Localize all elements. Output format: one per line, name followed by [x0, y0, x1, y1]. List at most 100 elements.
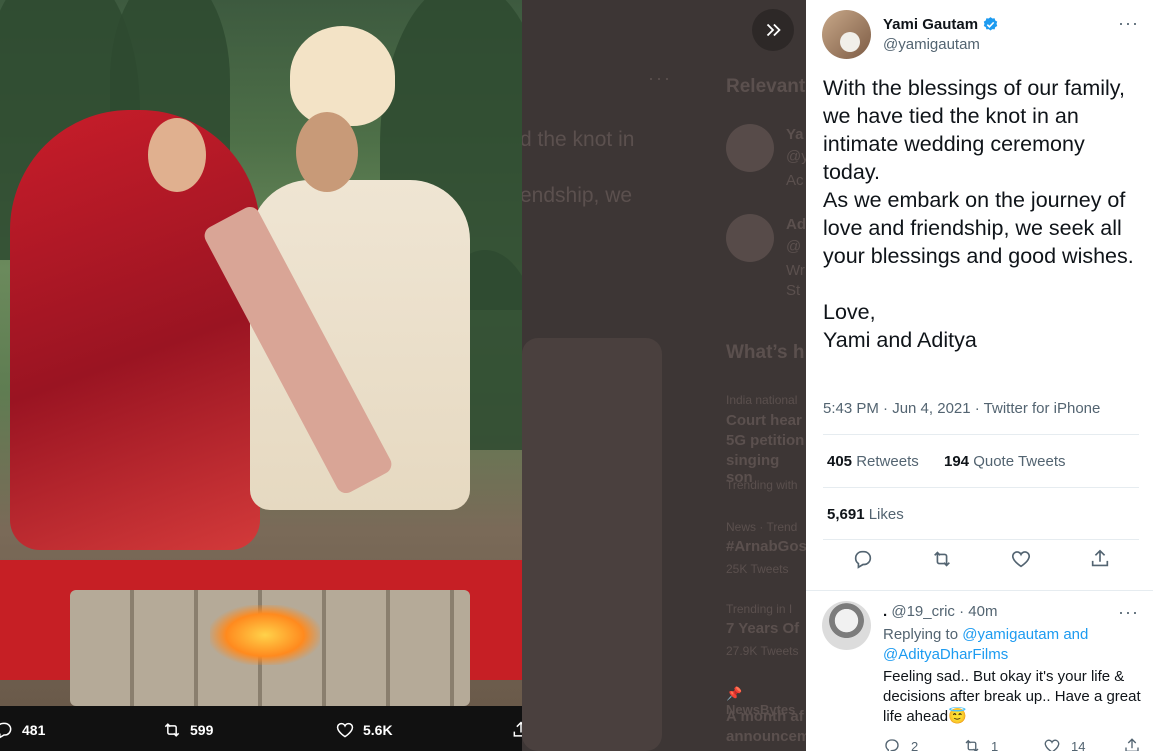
photo-groom-face [296, 112, 358, 192]
reply-author-handle[interactable]: @19_cric [891, 603, 955, 620]
reply-text: Feeling sad.. But okay it's your life & … [883, 668, 1141, 725]
author-name[interactable]: Yami Gautam [883, 16, 978, 33]
backdrop-section-title: Relevant [726, 76, 806, 97]
double-chevron-right-icon [766, 23, 781, 37]
photo-turban [290, 26, 395, 126]
verified-badge-icon [983, 17, 998, 31]
tweet-actions [823, 548, 1139, 570]
backdrop-text: Ac [786, 172, 804, 189]
likes-stat[interactable]: 5,691 Likes [827, 506, 904, 523]
media-reply-count: 481 [22, 722, 46, 738]
media-retweet-count: 599 [190, 722, 214, 738]
replying-and: and [1063, 626, 1089, 643]
avatar[interactable] [822, 601, 871, 650]
photo-bride [10, 110, 260, 550]
media-action-bar: 481 599 5.6K [0, 706, 529, 751]
likes-label: Likes [868, 506, 904, 523]
quote-tweets-stat[interactable]: 194 Quote Tweets [944, 453, 1065, 470]
photo-fire [210, 605, 320, 665]
reply-icon[interactable] [852, 548, 874, 570]
backdrop-text: d the knot in [522, 128, 635, 151]
heart-icon [1044, 739, 1060, 751]
backdrop-text: News · Trend [726, 520, 798, 534]
photo-bride-face [148, 118, 206, 192]
media-retweet-button[interactable]: 599 [162, 720, 213, 740]
tweet-detail-panel: Yami Gautam @yamigautam ··· With the ble… [806, 0, 1153, 751]
media-reply-button[interactable]: 481 [0, 720, 45, 740]
backdrop-text: Wr [786, 262, 805, 279]
backdrop-text: @ [786, 238, 802, 255]
reply-icon [885, 739, 899, 751]
heart-icon[interactable] [1010, 548, 1032, 570]
backdrop-text: 25K Tweets [726, 562, 789, 576]
media-like-button[interactable]: 5.6K [335, 720, 393, 740]
reply-like-button[interactable]: 14 [1043, 737, 1123, 751]
share-icon [1125, 738, 1139, 751]
backdrop-text: Ad [786, 216, 806, 233]
reply-header: . @19_cric · 40m [883, 603, 997, 620]
retweet-icon [164, 723, 180, 737]
avatar[interactable] [822, 10, 871, 59]
replying-prefix: Replying to [883, 626, 959, 643]
reply-retweet-button[interactable]: 1 [963, 737, 1043, 751]
backdrop-text: announcem [726, 728, 806, 745]
backdrop-text: Trending with [726, 478, 798, 492]
tweet-author[interactable]: Yami Gautam @yamigautam [822, 10, 999, 59]
backdrop-avatar [726, 124, 774, 172]
backdrop-text: Trending in I [726, 602, 793, 616]
backdrop-text: @y [786, 148, 806, 165]
reply-icon [0, 722, 12, 739]
more-options-icon[interactable]: ··· [1118, 14, 1139, 32]
backdrop-text: 5G petition [726, 432, 805, 449]
quote-tweets-count: 194 [944, 453, 970, 470]
retweets-label: Retweets [856, 453, 919, 470]
backdrop-text: 27.9K Tweets [726, 644, 799, 658]
backdrop-text: India national [726, 393, 798, 407]
reply-like-count: 14 [1071, 738, 1086, 751]
reply-reply-count: 2 [911, 738, 919, 751]
reply-author-name[interactable]: . [883, 603, 887, 620]
quote-tweets-label: Quote Tweets [973, 453, 1066, 470]
reply-time[interactable]: 40m [968, 603, 997, 620]
replying-to-link[interactable]: @AdityaDharFilms [883, 646, 1008, 663]
collapse-panel-button[interactable] [752, 9, 794, 51]
divider [823, 487, 1139, 488]
backdrop-text: #ArnabGos [726, 538, 806, 555]
replying-to-link[interactable]: @yamigautam [962, 626, 1059, 643]
backdrop-avatar [726, 214, 774, 262]
reply-retweet-count: 1 [991, 738, 999, 751]
divider [823, 539, 1139, 540]
likes-count: 5,691 [827, 506, 865, 523]
author-name-row: Yami Gautam [883, 16, 999, 33]
heart-icon [336, 722, 354, 738]
author-handle[interactable]: @yamigautam [883, 36, 999, 53]
backdrop-text: A month af [726, 708, 804, 725]
backdrop-text: Court hear [726, 412, 802, 429]
dimmed-timeline: ··· d the knot in endship, we Relevant Y… [522, 0, 806, 751]
reply-tweet[interactable]: . @19_cric · 40m ··· Replying to @yamiga… [806, 590, 1153, 751]
replying-to: Replying to @yamigautam and @AdityaDharF… [883, 625, 1143, 665]
media-like-count: 5.6K [363, 722, 393, 738]
reply-actions: 2 1 14 [883, 737, 1153, 751]
media-photo[interactable] [0, 0, 522, 706]
backdrop-text: endship, we [522, 184, 633, 207]
retweets-stat[interactable]: 405 Retweets [827, 453, 919, 470]
backdrop-text: Ya [786, 126, 804, 143]
retweets-count: 405 [827, 453, 853, 470]
reply-reply-button[interactable]: 2 [883, 737, 963, 751]
tweet-timestamp[interactable]: 5:43 PM · Jun 4, 2021 · Twitter for iPho… [823, 400, 1100, 417]
divider [823, 434, 1139, 435]
share-icon[interactable] [1089, 548, 1111, 570]
backdrop-text: St [786, 282, 801, 299]
backdrop-text: 7 Years Of [726, 620, 800, 637]
backdrop-more: ··· [648, 68, 672, 88]
backdrop-section-title: What’s h [726, 342, 805, 363]
reply-share-button[interactable] [1123, 737, 1153, 751]
retweet-icon[interactable] [931, 548, 953, 570]
retweet-icon [965, 739, 979, 751]
reply-separator: · [959, 603, 965, 620]
tweet-text: With the blessings of our family, we hav… [823, 76, 1134, 352]
backdrop-media-card [522, 338, 662, 751]
newspaper-icon: 📌 [726, 686, 743, 701]
more-options-icon[interactable]: ··· [1118, 603, 1139, 621]
